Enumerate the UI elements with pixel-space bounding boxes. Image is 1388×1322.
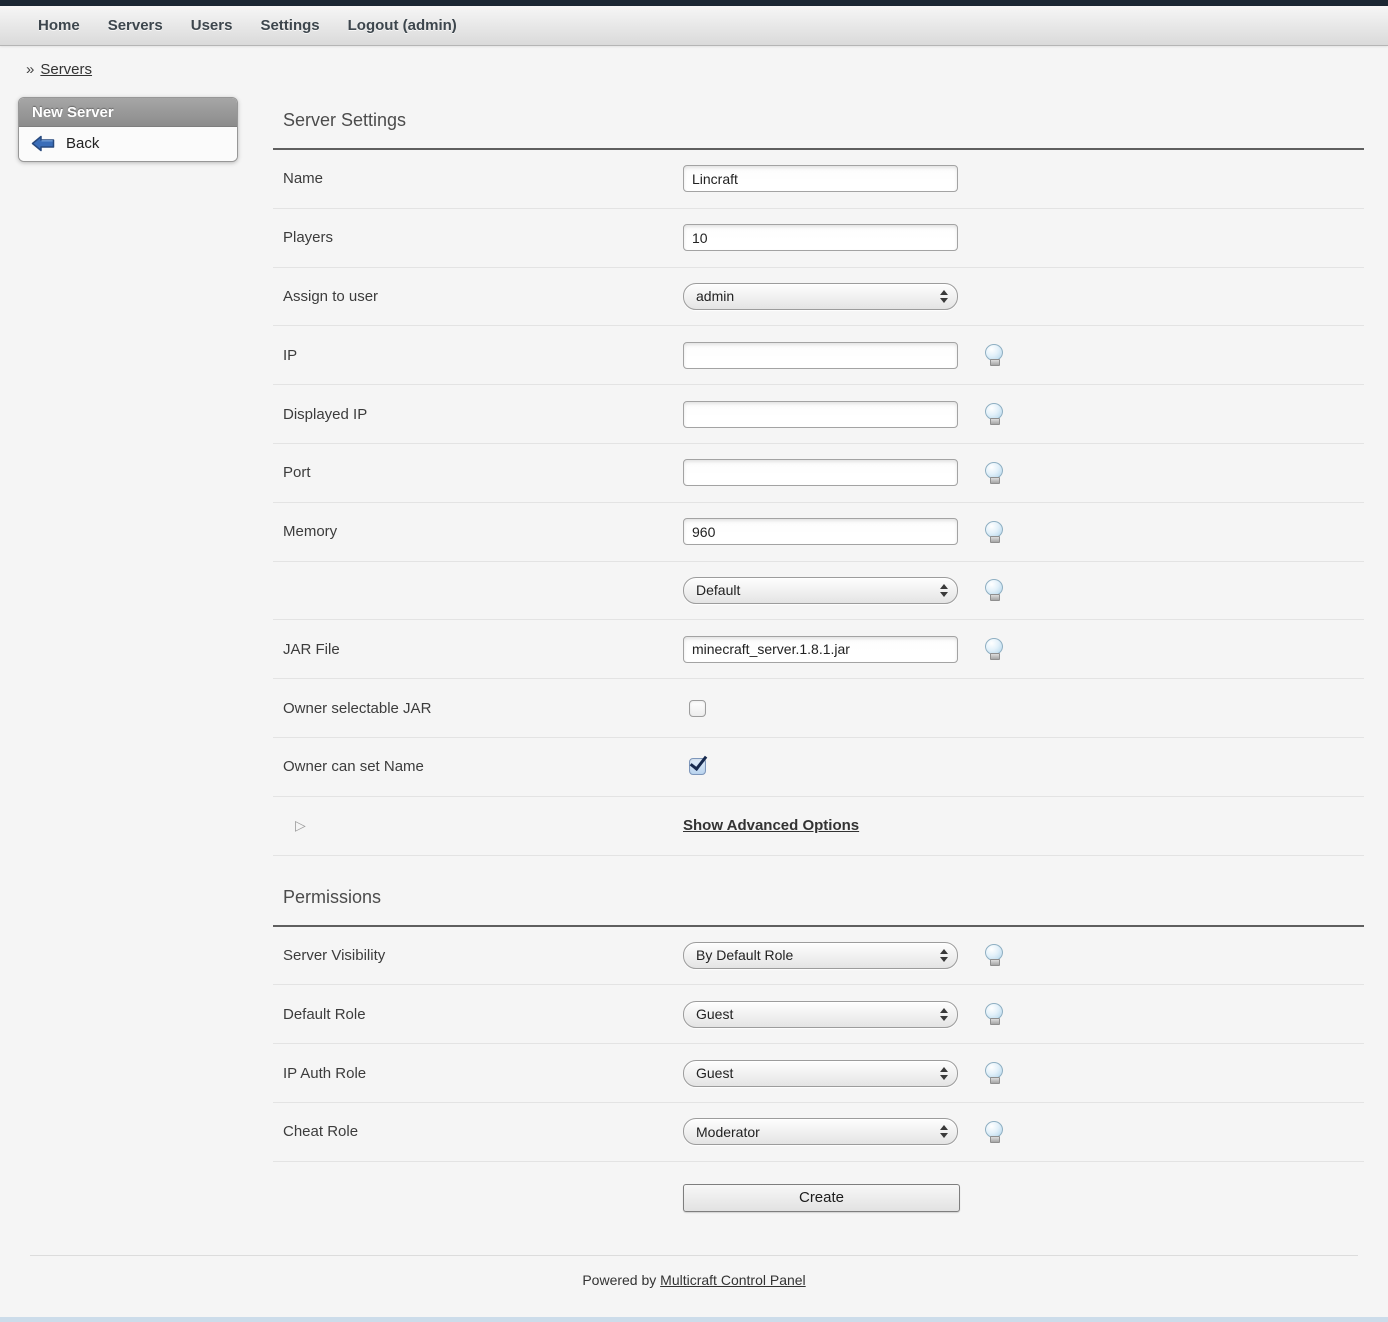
nav-item-settings[interactable]: Settings bbox=[260, 17, 319, 34]
assign-to-user-select[interactable]: admin bbox=[683, 283, 958, 310]
row-assign-to-user: Assign to user admin bbox=[273, 268, 1364, 327]
select-stepper-icon bbox=[940, 290, 948, 303]
row-ip-auth-role: IP Auth Role Guest bbox=[273, 1044, 1364, 1103]
row-server-visibility: Server Visibility By Default Role bbox=[273, 927, 1364, 986]
row-port: Port bbox=[273, 444, 1364, 503]
memory-help-lightbulb-icon[interactable] bbox=[983, 521, 1005, 543]
name-label: Name bbox=[273, 170, 683, 187]
row-owner-selectable-jar: Owner selectable JAR bbox=[273, 679, 1364, 738]
ip-auth-role-select[interactable]: Guest bbox=[683, 1060, 958, 1087]
select-stepper-icon bbox=[940, 584, 948, 597]
nav-item-logout[interactable]: Logout (admin) bbox=[348, 17, 457, 34]
port-label: Port bbox=[273, 464, 683, 481]
nav-item-home[interactable]: Home bbox=[38, 17, 80, 34]
select-value: Guest bbox=[696, 1065, 733, 1081]
players-input[interactable] bbox=[683, 224, 958, 251]
section-gap bbox=[273, 856, 1364, 874]
bottom-accent-bar bbox=[0, 1317, 1388, 1322]
jar-file-label: JAR File bbox=[273, 641, 683, 658]
powered-by-text: Powered by bbox=[582, 1272, 656, 1288]
select-stepper-icon bbox=[940, 1125, 948, 1138]
panel-body: Back bbox=[19, 127, 237, 161]
footer: Powered by Multicraft Control Panel bbox=[0, 1272, 1388, 1288]
create-button[interactable]: Create bbox=[683, 1184, 960, 1212]
owner-can-set-name-checkbox[interactable] bbox=[689, 758, 706, 775]
select-value: Moderator bbox=[696, 1124, 760, 1140]
jar-file-help-lightbulb-icon[interactable] bbox=[983, 638, 1005, 660]
row-displayed-ip: Displayed IP bbox=[273, 385, 1364, 444]
name-input[interactable] bbox=[683, 165, 958, 192]
owner-selectable-jar-label: Owner selectable JAR bbox=[273, 700, 683, 717]
ip-auth-role-help-lightbulb-icon[interactable] bbox=[983, 1062, 1005, 1084]
default-role-help-lightbulb-icon[interactable] bbox=[983, 1003, 1005, 1025]
port-help-lightbulb-icon[interactable] bbox=[983, 462, 1005, 484]
row-cheat-role: Cheat Role Moderator bbox=[273, 1103, 1364, 1162]
main-content: Server Settings Name Players Assign to u… bbox=[273, 97, 1364, 1234]
assign-to-user-label: Assign to user bbox=[273, 288, 683, 305]
nav-item-users[interactable]: Users bbox=[191, 17, 233, 34]
back-label: Back bbox=[66, 135, 99, 152]
select-stepper-icon bbox=[940, 1008, 948, 1021]
ip-label: IP bbox=[273, 347, 683, 364]
select-value: Default bbox=[696, 582, 740, 598]
select-value: admin bbox=[696, 288, 734, 304]
row-name: Name bbox=[273, 150, 1364, 209]
players-label: Players bbox=[273, 229, 683, 246]
row-advanced-options: ▷ Show Advanced Options bbox=[273, 797, 1364, 856]
back-arrow-icon bbox=[31, 135, 55, 152]
server-settings-heading: Server Settings bbox=[273, 97, 1364, 148]
disclosure-triangle-icon[interactable]: ▷ bbox=[283, 817, 306, 833]
back-button[interactable]: Back bbox=[31, 135, 225, 152]
owner-selectable-jar-checkbox[interactable] bbox=[689, 700, 706, 717]
jar-file-input[interactable] bbox=[683, 636, 958, 663]
row-owner-can-set-name: Owner can set Name bbox=[273, 738, 1364, 797]
row-create: Create bbox=[273, 1162, 1364, 1234]
multicraft-link[interactable]: Multicraft Control Panel bbox=[660, 1272, 806, 1288]
new-server-panel: New Server Back bbox=[18, 97, 238, 162]
displayed-ip-label: Displayed IP bbox=[273, 406, 683, 423]
select-value: By Default Role bbox=[696, 947, 793, 963]
displayed-ip-input[interactable] bbox=[683, 401, 958, 428]
select-stepper-icon bbox=[940, 949, 948, 962]
select-value: Guest bbox=[696, 1006, 733, 1022]
displayed-ip-help-lightbulb-icon[interactable] bbox=[983, 403, 1005, 425]
row-memory: Memory bbox=[273, 503, 1364, 562]
cheat-role-select[interactable]: Moderator bbox=[683, 1118, 958, 1145]
memory-input[interactable] bbox=[683, 518, 958, 545]
breadcrumb-servers-link[interactable]: Servers bbox=[40, 61, 92, 78]
ip-input[interactable] bbox=[683, 342, 958, 369]
footer-divider bbox=[30, 1255, 1358, 1256]
owner-can-set-name-label: Owner can set Name bbox=[273, 758, 683, 775]
row-default-role: Default Role Guest bbox=[273, 985, 1364, 1044]
row-jar-file: JAR File bbox=[273, 620, 1364, 679]
row-ip: IP bbox=[273, 326, 1364, 385]
row-players: Players bbox=[273, 209, 1364, 268]
show-advanced-options-link[interactable]: Show Advanced Options bbox=[683, 817, 859, 834]
port-input[interactable] bbox=[683, 459, 958, 486]
panel-title: New Server bbox=[19, 98, 237, 127]
permissions-heading: Permissions bbox=[273, 874, 1364, 925]
jar-preset-select[interactable]: Default bbox=[683, 577, 958, 604]
breadcrumb: » Servers bbox=[0, 46, 1388, 97]
nav-item-servers[interactable]: Servers bbox=[108, 17, 163, 34]
cheat-role-help-lightbulb-icon[interactable] bbox=[983, 1121, 1005, 1143]
ip-auth-role-label: IP Auth Role bbox=[273, 1065, 683, 1082]
cheat-role-label: Cheat Role bbox=[273, 1123, 683, 1140]
main-navbar: Home Servers Users Settings Logout (admi… bbox=[0, 6, 1388, 46]
server-visibility-select[interactable]: By Default Role bbox=[683, 942, 958, 969]
select-stepper-icon bbox=[940, 1067, 948, 1080]
server-visibility-help-lightbulb-icon[interactable] bbox=[983, 944, 1005, 966]
server-visibility-label: Server Visibility bbox=[273, 947, 683, 964]
default-role-label: Default Role bbox=[273, 1006, 683, 1023]
jar-preset-help-lightbulb-icon[interactable] bbox=[983, 579, 1005, 601]
default-role-select[interactable]: Guest bbox=[683, 1001, 958, 1028]
breadcrumb-marker: » bbox=[26, 61, 34, 78]
ip-help-lightbulb-icon[interactable] bbox=[983, 344, 1005, 366]
row-jar-preset: Default bbox=[273, 562, 1364, 621]
memory-label: Memory bbox=[273, 523, 683, 540]
